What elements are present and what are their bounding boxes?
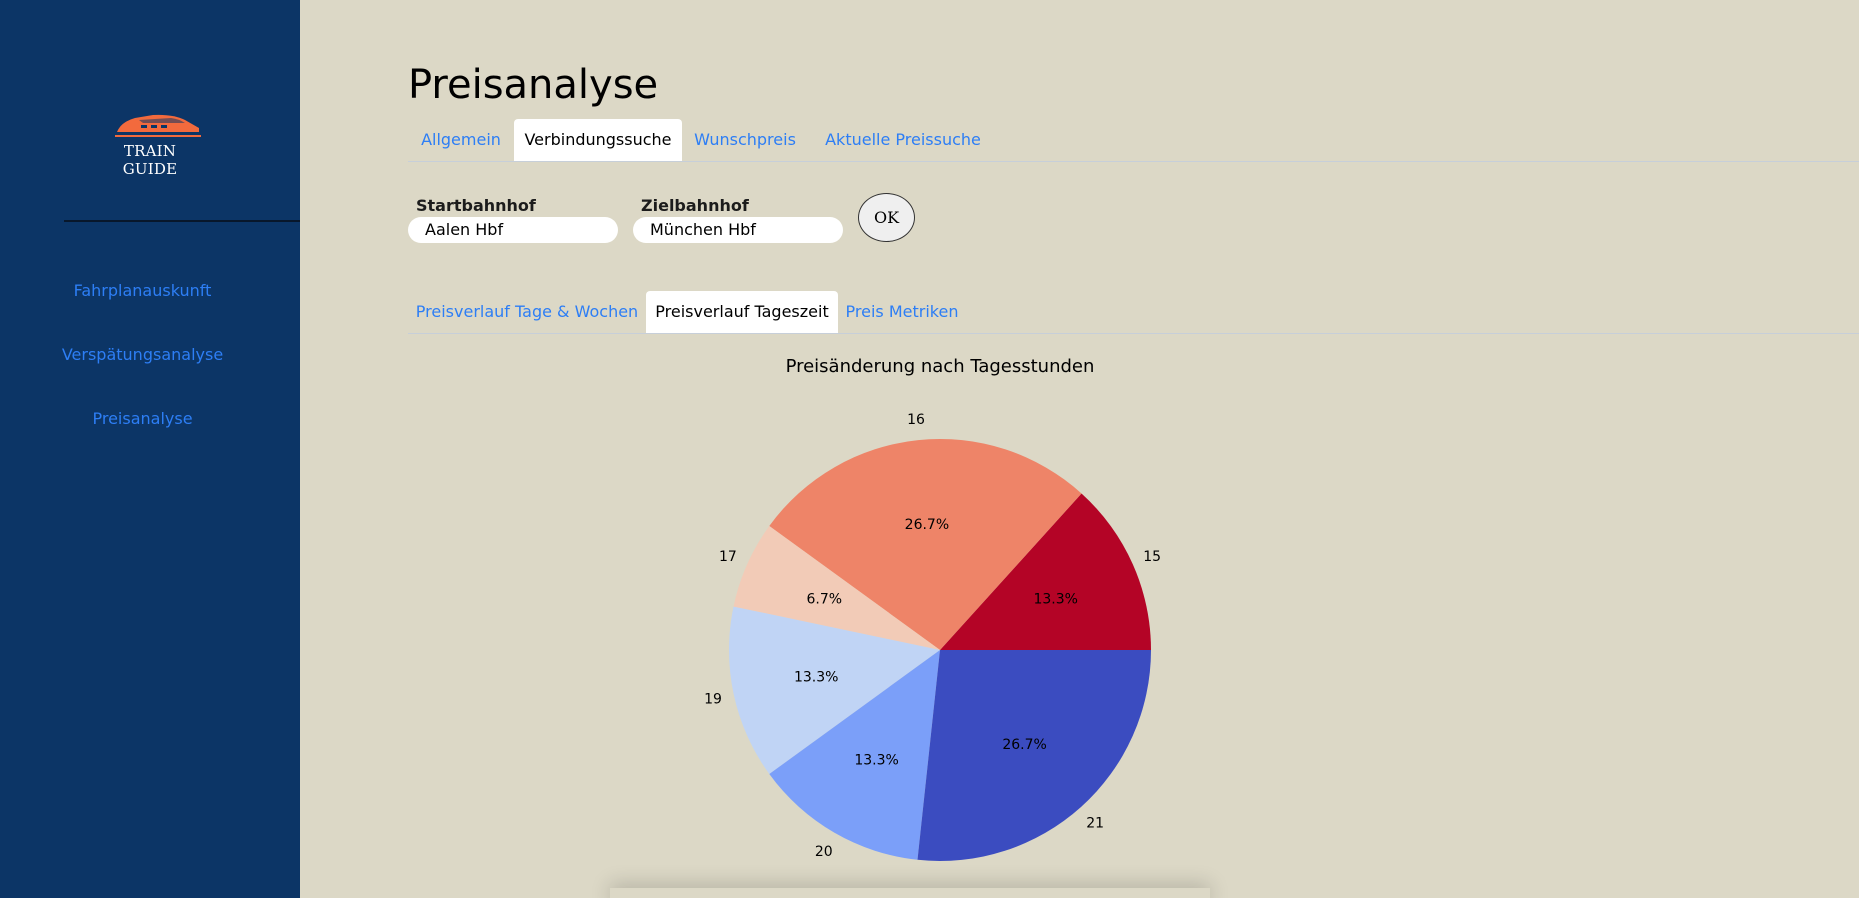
ok-button[interactable]: OK <box>858 193 915 242</box>
sidebar-item-preisanalyse[interactable]: Preisanalyse <box>0 409 285 428</box>
chart-card-shadow <box>610 888 1210 898</box>
tab-aktuelle-preissuche[interactable]: Aktuelle Preissuche <box>808 119 998 161</box>
pie-slice-21 <box>917 650 1151 862</box>
tab-allgemein[interactable]: Allgemein <box>408 119 514 161</box>
tab-verbindungssuche[interactable]: Verbindungssuche <box>514 119 682 161</box>
tab-wunschpreis[interactable]: Wunschpreis <box>682 119 808 161</box>
pie-category-label-16: 16 <box>907 412 925 428</box>
pie-category-label-17: 17 <box>719 549 737 565</box>
logo-text: TRAIN GUIDE <box>122 142 178 178</box>
sidebar-item-fahrplanauskunft[interactable]: Fahrplanauskunft <box>0 281 285 300</box>
main-tabs: Allgemein Verbindungssuche Wunschpreis A… <box>408 119 1859 162</box>
pie-value-label-17: 6.7% <box>807 592 843 608</box>
sidebar-item-verspaetungsanalyse[interactable]: Verspätungsanalyse <box>0 345 285 364</box>
pie-value-label-19: 13.3% <box>794 669 838 685</box>
pie-value-label-20: 13.3% <box>854 753 898 769</box>
tab-preis-metriken[interactable]: Preis Metriken <box>838 291 966 333</box>
destination-station-input[interactable]: München Hbf <box>633 217 843 243</box>
page-title: Preisanalyse <box>408 62 659 108</box>
start-station-label: Startbahnhof <box>416 196 536 215</box>
tab-preisverlauf-tageszeit[interactable]: Preisverlauf Tageszeit <box>646 291 838 333</box>
pie-category-label-19: 19 <box>704 691 722 707</box>
pie-value-label-15: 13.3% <box>1033 592 1077 608</box>
price-pie-chart: Preisänderung nach Tagesstunden 13.3% 15 26… <box>704 356 1161 862</box>
pie-value-label-16: 26.7% <box>905 517 949 533</box>
chart-tabs: Preisverlauf Tage & Wochen Preisverlauf … <box>408 291 1859 334</box>
pie-category-label-15: 15 <box>1143 549 1161 565</box>
start-station-input[interactable]: Aalen Hbf <box>408 217 618 243</box>
pie-category-label-20: 20 <box>815 844 833 860</box>
train-icon <box>115 114 201 137</box>
pie-category-label-21: 21 <box>1086 816 1104 832</box>
tab-preisverlauf-tage-wochen[interactable]: Preisverlauf Tage & Wochen <box>408 291 646 333</box>
pie-value-label-21: 26.7% <box>1002 737 1046 753</box>
sidebar-divider <box>64 220 300 222</box>
chart-title: Preisänderung nach Tagesstunden <box>786 356 1095 377</box>
sidebar: TRAIN GUIDE Fahrplanauskunft Verspätungs… <box>0 0 300 898</box>
train-guide-logo[interactable]: TRAIN GUIDE <box>95 98 205 178</box>
destination-station-label: Zielbahnhof <box>641 196 749 215</box>
